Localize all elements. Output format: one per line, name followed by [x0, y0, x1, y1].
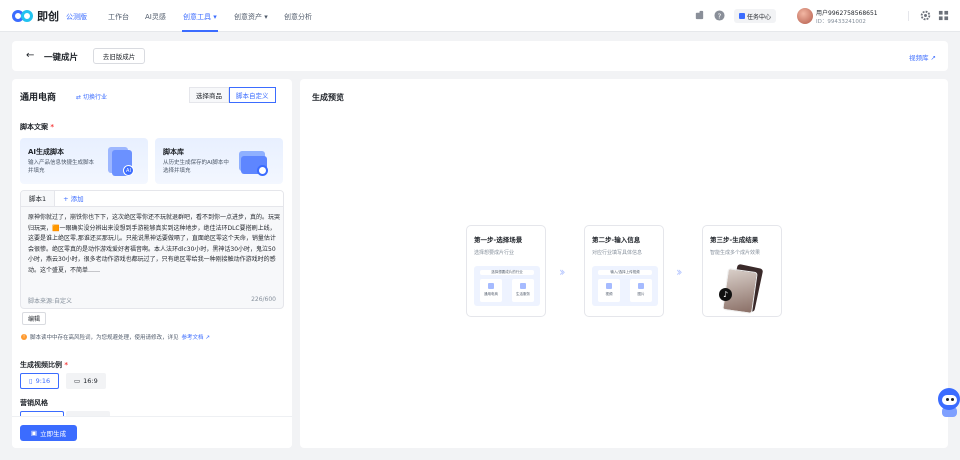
ai-script-card[interactable]: AI生成脚本 输入产品信息快捷生成脚本并填充 AI: [20, 138, 148, 184]
back-arrow-icon[interactable]: ←: [26, 50, 34, 61]
help-icon[interactable]: ?: [714, 10, 725, 21]
preview-title: 生成预览: [312, 93, 344, 102]
step-card-2: 第二步-输入信息 对应行业填写具体信息 输入/选择上传视频 视频 图片: [584, 225, 664, 317]
brand-logo[interactable]: 即创: [12, 8, 59, 24]
card-desc: 输入产品信息快捷生成脚本并填充: [28, 160, 95, 174]
generate-button[interactable]: ▣ 立即生成: [20, 425, 77, 441]
script-section-label: 脚本文案 *: [20, 123, 55, 131]
tab-select-product[interactable]: 选择商品: [189, 87, 229, 103]
video-library-link[interactable]: 视频库 ↗: [909, 52, 936, 62]
script-textarea[interactable]: 原神你就过了，崩铁你也下下，这次绝区零你还不玩就退群吧，看不到你一点进步，真的。…: [28, 213, 280, 277]
industry-title: 通用电商: [20, 93, 57, 103]
top-nav: 即创 公测版 工作台 AI灵感 创意工具 ▾ 创意资产 ▾ 创意分析 ? 任务中…: [0, 0, 960, 32]
card-desc: 从历史生成保存的AI脚本中选择并填充: [163, 160, 229, 174]
edition-badge: 公测版: [66, 13, 87, 21]
mode-segmented-control: 选择商品 脚本自定义: [189, 87, 276, 103]
logo-icon: [12, 9, 34, 23]
script-editor: 脚本1 + 添加 原神你就过了，崩铁你也下下，这次绝区零你还不玩就退群吧，看不到…: [20, 190, 284, 309]
mobile-icon[interactable]: [694, 10, 705, 21]
switch-industry-label: 切换行业: [82, 94, 107, 101]
nav-item-creative-assets[interactable]: 创意资产 ▾: [234, 12, 268, 22]
tab-script-1[interactable]: 脚本1: [21, 191, 56, 206]
step-card-1: 第一步-选择场景 选择想要成片行业 选择想要成片的行业 通用电商 生活服务: [466, 225, 546, 317]
folder-search-icon: [239, 147, 269, 177]
config-panel: 通用电商 ⇄ 切换行业 选择商品 脚本自定义 脚本文案 * AI生成脚本 输入产…: [12, 79, 292, 448]
page-header: ← 一键成片 去旧版成片 视频库 ↗: [12, 41, 948, 71]
chevron-right-icon: ››: [676, 265, 682, 279]
active-nav-underline: [182, 30, 218, 32]
svg-text:?: ?: [718, 11, 722, 20]
risk-note: ! 脚本读中中存在高风险词，为您规避处理，使用请修改，详见 参考文档 ↗: [21, 333, 210, 341]
panel-footer: ▣ 立即生成: [12, 416, 292, 448]
page-title: 一键成片: [44, 53, 79, 63]
task-center-button[interactable]: 任务中心: [734, 9, 776, 23]
step-desc: 对应行业填写具体信息: [592, 250, 643, 256]
ratio-9-16-option[interactable]: ▯ 9:16: [20, 373, 60, 389]
preview-panel: 生成预览 第一步-选择场景 选择想要成片行业 选择想要成片的行业 通用电商 生活…: [300, 79, 948, 448]
landscape-icon: ▭: [74, 377, 81, 385]
nav-item-ai-inspiration[interactable]: AI灵感: [145, 12, 166, 22]
reference-doc-link[interactable]: 参考文档 ↗: [182, 333, 210, 341]
user-id: ID：99433241002: [816, 19, 866, 25]
tab-custom-script[interactable]: 脚本自定义: [229, 87, 276, 103]
edit-button[interactable]: 编辑: [22, 312, 46, 325]
warning-icon: !: [21, 334, 27, 340]
task-center-label: 任务中心: [746, 13, 771, 21]
settings-icon[interactable]: [920, 10, 931, 21]
nav-item-workbench[interactable]: 工作台: [108, 12, 129, 22]
film-icon: ▣: [30, 429, 38, 437]
style-label: 营销风格: [20, 399, 48, 407]
switch-industry-link[interactable]: ⇄ 切换行业: [76, 92, 107, 101]
tiktok-icon: ♪: [719, 288, 732, 301]
ratio-16-9-option[interactable]: ▭ 16:9: [66, 373, 106, 389]
step-card-3: 第三步-生成结果 智能生成多个成片效果 ♪: [702, 225, 782, 317]
old-version-button[interactable]: 去旧版成片: [93, 48, 145, 64]
step-illustration: 选择想要成片的行业 通用电商 生活服务: [474, 266, 540, 306]
card-title: AI生成脚本: [28, 148, 65, 156]
user-name: 用户9962758568651: [816, 10, 878, 17]
step-title: 第三步-生成结果: [710, 236, 759, 244]
char-counter: 226/600: [251, 296, 276, 303]
generate-label: 立即生成: [40, 430, 67, 438]
task-icon: [738, 13, 745, 19]
step-title: 第二步-输入信息: [592, 236, 641, 244]
nav-item-creative-analysis[interactable]: 创意分析: [284, 12, 312, 22]
script-library-card[interactable]: 脚本库 从历史生成保存的AI脚本中选择并填充: [155, 138, 283, 184]
step-title: 第一步-选择场景: [474, 236, 523, 244]
grid-menu-icon[interactable]: [938, 10, 949, 21]
ratio-label: 16:9: [83, 377, 98, 385]
assistant-mascot-icon[interactable]: [938, 388, 960, 418]
portrait-icon: ▯: [29, 377, 33, 385]
nav-item-creative-tools[interactable]: 创意工具 ▾: [183, 12, 217, 22]
step-desc: 选择想要成片行业: [474, 250, 515, 256]
risk-note-text: 脚本读中中存在高风险词，为您规避处理，使用请修改，详见: [30, 335, 179, 341]
ratio-label: 生成视频比例 *: [20, 361, 69, 369]
avatar[interactable]: [797, 8, 813, 24]
card-title: 脚本库: [163, 148, 184, 156]
step-desc: 智能生成多个成片效果: [710, 250, 761, 256]
add-script-button[interactable]: + 添加: [55, 191, 92, 206]
step-illustration: 输入/选择上传视频 视频 图片: [592, 266, 658, 306]
divider: [908, 11, 909, 21]
chevron-right-icon: ››: [559, 265, 565, 279]
brand-name: 即创: [37, 10, 59, 23]
script-source: 脚本来源:自定义: [28, 298, 73, 305]
ai-document-icon: AI: [108, 147, 134, 177]
ratio-label: 9:16: [35, 377, 51, 385]
script-tabs: 脚本1 + 添加: [21, 191, 283, 207]
